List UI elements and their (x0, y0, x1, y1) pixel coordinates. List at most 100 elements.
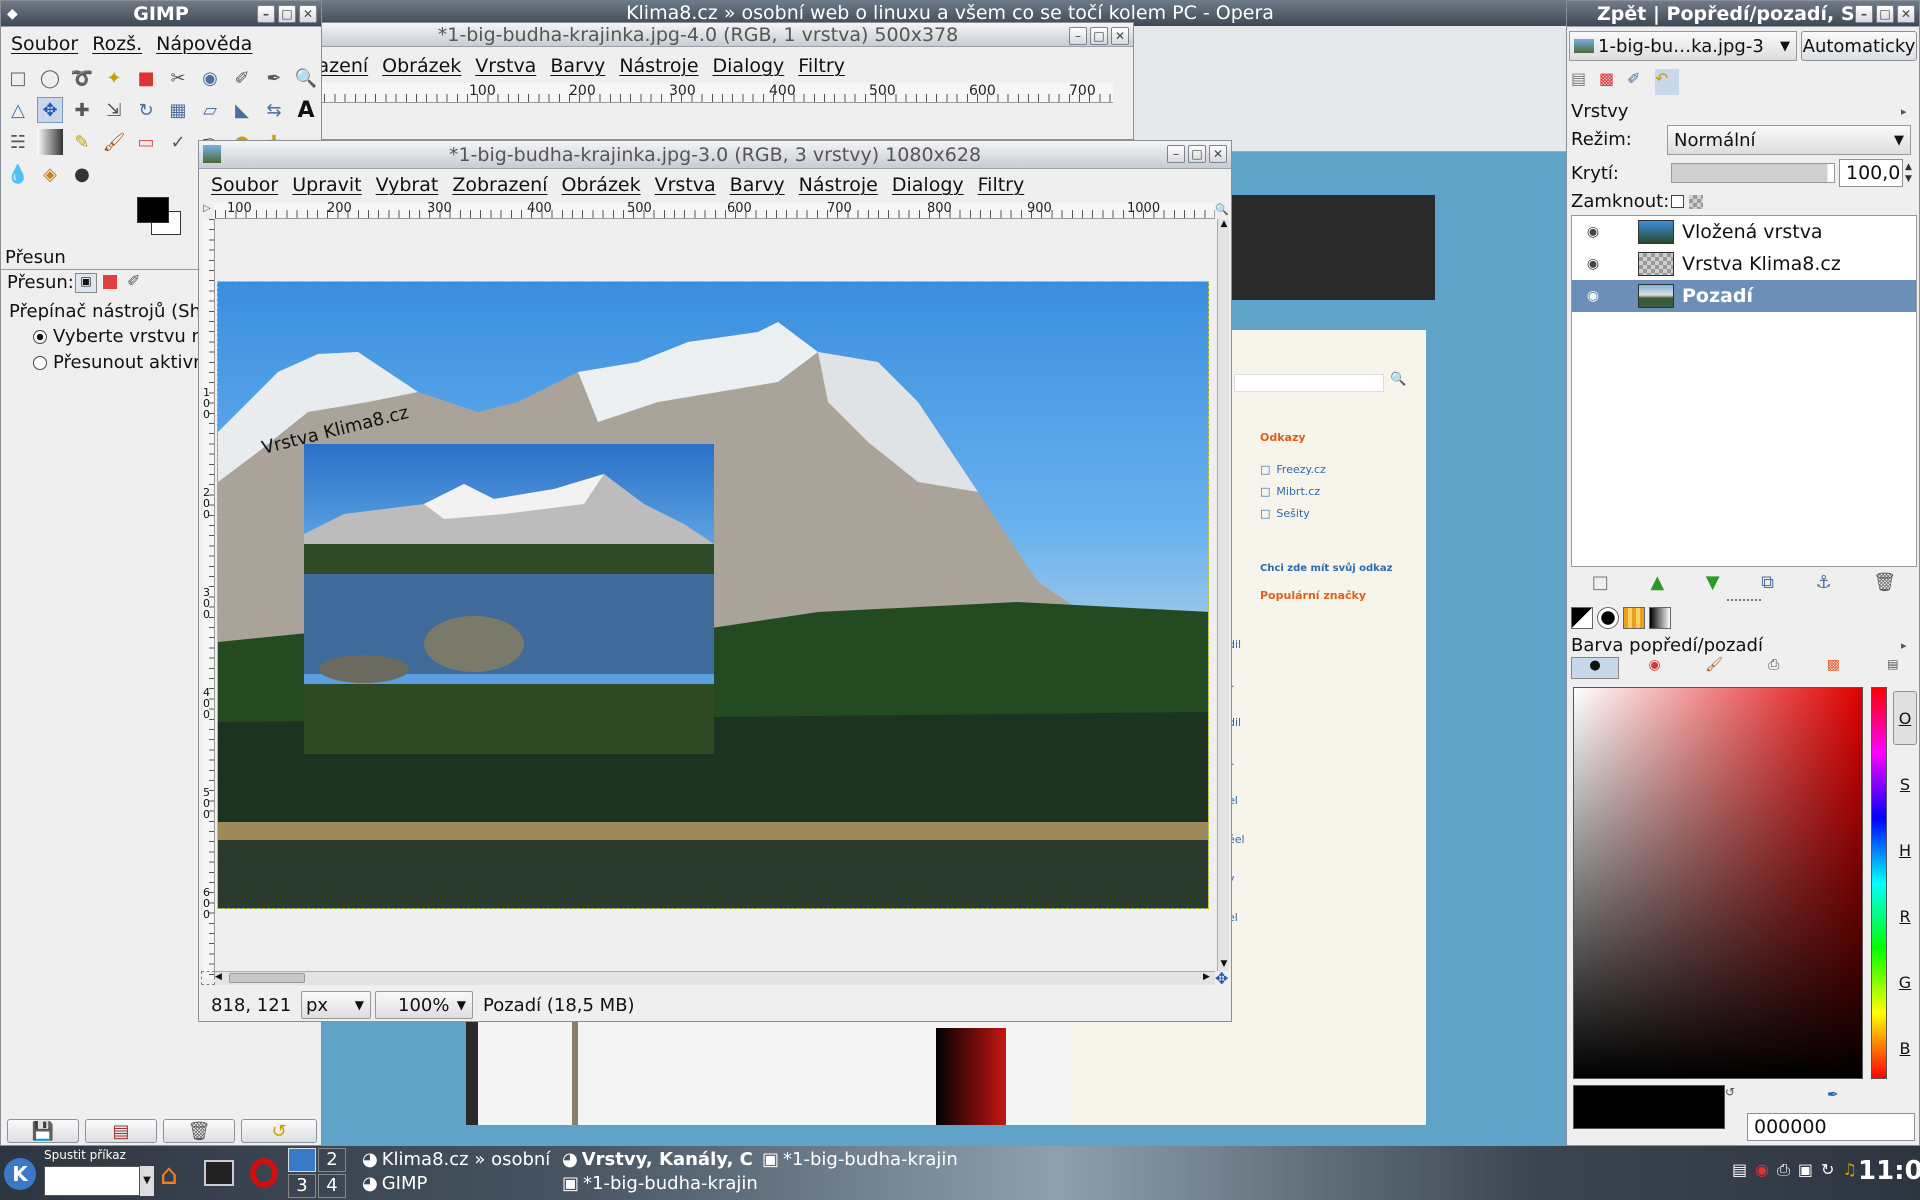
tab-layers-icon[interactable]: ▤ (1571, 69, 1595, 95)
menu-help[interactable]: Nápověda (156, 33, 252, 55)
blur-icon[interactable]: ● (69, 161, 95, 187)
auto-button[interactable]: Automaticky (1801, 31, 1917, 61)
toolbox-titlebar[interactable]: ◆ GIMP – □ ✕ (1, 1, 321, 27)
scroll-up-icon[interactable]: ▲ (1218, 219, 1230, 231)
dock-separator[interactable] (1727, 599, 1761, 603)
zoom-select[interactable]: 100% ▼ (375, 991, 473, 1019)
site-link-freezy[interactable]: □ Freezy.cz (1260, 463, 1326, 476)
lock-alpha-checkbox[interactable] (1671, 195, 1684, 208)
move-path-mode-icon[interactable]: ✐ (127, 271, 140, 290)
new-layer-icon[interactable]: □ (1592, 572, 1609, 593)
maximize-icon[interactable]: □ (1188, 145, 1206, 163)
scroll-right-icon[interactable]: ▶ (1203, 972, 1215, 984)
foreground-select-icon[interactable]: ◉ (197, 65, 223, 91)
menu-file[interactable]: Soubor (11, 33, 78, 55)
image-select[interactable]: 1-big-bu…ka.jpg-3 ▼ (1569, 31, 1797, 61)
unit-select[interactable]: px ▼ (301, 991, 371, 1019)
menu-dialogs[interactable]: Dialogy (892, 174, 964, 196)
channel-o-toggle[interactable]: O (1893, 691, 1917, 745)
vertical-ruler[interactable]: 100 200 300 400 500 600 (203, 219, 215, 979)
fg-bg-color-area[interactable] (133, 193, 183, 237)
menu-colors[interactable]: Barvy (550, 55, 605, 77)
minimize-icon[interactable]: – (1855, 5, 1873, 23)
tab-channels-icon[interactable]: ▩ (1599, 69, 1623, 95)
image-window-titlebar[interactable]: *1-big-budha-krajinka.jpg-3.0 (RGB, 3 vr… (199, 141, 1231, 169)
foreground-color-swatch[interactable] (137, 197, 169, 223)
printer-icon[interactable]: ⎙ (1777, 1160, 1790, 1180)
radio-move-active[interactable]: Přesunout aktivn (33, 352, 205, 373)
horizontal-scrollbar[interactable]: ◀ ▶ (215, 971, 1215, 985)
desktop-1[interactable] (288, 1148, 316, 1172)
run-command-arrow-icon[interactable]: ▼ (140, 1166, 154, 1196)
menu-image[interactable]: Obrázek (561, 174, 640, 196)
opacity-slider[interactable] (1671, 163, 1835, 183)
close-icon[interactable]: ✕ (1897, 5, 1915, 23)
eye-icon[interactable]: ◉ (1580, 256, 1606, 272)
menu-file[interactable]: Soubor (211, 174, 278, 196)
menu-view[interactable]: Zobrazení (452, 174, 547, 196)
text-tool-icon[interactable]: A (293, 97, 319, 123)
menu-colors[interactable]: Barvy (730, 174, 785, 196)
flip-icon[interactable]: ⇆ (261, 97, 287, 123)
vertical-scrollbar[interactable]: ▲ ▼ (1217, 219, 1229, 971)
crop-icon[interactable]: ⇲ (101, 97, 127, 123)
mode-select[interactable]: Normální ▼ (1667, 125, 1911, 155)
raise-layer-icon[interactable]: ▲ (1650, 572, 1664, 593)
menu-layer[interactable]: Vrstva (655, 174, 716, 196)
kde-menu-icon[interactable]: K (4, 1158, 36, 1190)
home-icon[interactable]: ⌂ (160, 1158, 178, 1191)
duplicate-layer-icon[interactable]: ⧉ (1761, 572, 1774, 593)
zoom-icon[interactable]: 🔍 (293, 65, 319, 91)
menu-select[interactable]: Vybrat (376, 174, 439, 196)
maximize-icon[interactable]: □ (1876, 5, 1894, 23)
minimize-icon[interactable]: – (1167, 145, 1185, 163)
reset-options-button[interactable]: ↺ (241, 1119, 317, 1143)
menu-dialogs[interactable]: Dialogy (713, 55, 785, 77)
hue-strip[interactable] (1871, 687, 1887, 1079)
task-gimp-dock[interactable]: ◕ Vrstvy, Kanály, C (562, 1149, 753, 1170)
menu-layer[interactable]: Vrstva (475, 55, 536, 77)
color-picker-icon[interactable]: ✒ (261, 65, 287, 91)
site-link-sesity[interactable]: □ Sešity (1260, 507, 1310, 520)
minimize-icon[interactable]: – (257, 5, 275, 23)
pencil-icon[interactable]: ✎ (69, 129, 95, 155)
desktop-2[interactable]: 2 (318, 1148, 346, 1172)
site-search-icon[interactable]: 🔍 (1390, 372, 1406, 387)
menu-filters[interactable]: Filtry (798, 55, 845, 77)
delete-layer-icon[interactable]: 🗑 (1873, 572, 1896, 593)
tab-undo-icon[interactable]: ↶ (1655, 69, 1679, 95)
maximize-icon[interactable]: □ (278, 5, 296, 23)
canvas-viewport[interactable]: Vrstva Klima8.cz (215, 219, 1215, 969)
watercolor-selector-icon[interactable]: 🖌 (1690, 657, 1738, 679)
opacity-input[interactable]: 100,0 (1839, 159, 1903, 187)
channel-b-toggle[interactable]: B (1893, 1021, 1917, 1075)
channel-h-toggle[interactable]: H (1893, 823, 1917, 877)
fg-color-swatch[interactable] (1573, 1085, 1725, 1129)
lower-layer-icon[interactable]: ▼ (1706, 572, 1720, 593)
anchor-layer-icon[interactable]: ⚓ (1816, 572, 1832, 593)
scales-selector-icon[interactable]: ▤ (1869, 657, 1917, 679)
ruler-corner-button[interactable]: ▷ (203, 203, 215, 217)
dodge-burn-icon[interactable]: ◈ (37, 161, 63, 187)
radio-pick-layer[interactable]: Vyberte vrstvu n (33, 326, 203, 347)
scissors-icon[interactable]: ✂ (165, 65, 191, 91)
menu-extensions[interactable]: Rozš. (92, 33, 142, 55)
airbrush-icon[interactable]: ✓ (165, 129, 191, 155)
update-icon[interactable]: ↻ (1821, 1160, 1834, 1180)
mixer-icon[interactable]: ♫ (1842, 1160, 1856, 1180)
horizontal-scroll-thumb[interactable] (229, 973, 305, 983)
site-search-field[interactable] (1234, 374, 1384, 392)
network-icon[interactable]: ◉ (1755, 1160, 1769, 1180)
move-selection-mode-icon[interactable] (103, 275, 117, 289)
smudge-icon[interactable]: 💧 (5, 161, 31, 187)
desktop-3[interactable]: 3 (288, 1174, 316, 1198)
tab-gradient-icon[interactable] (1649, 607, 1671, 629)
scroll-left-icon[interactable]: ◀ (215, 972, 227, 984)
menu-tools[interactable]: Nástroje (799, 174, 878, 196)
opera-icon[interactable] (250, 1158, 278, 1188)
lasso-icon[interactable]: ➰ (69, 65, 95, 91)
zoom-fit-icon[interactable]: 🔍 (1215, 203, 1229, 217)
hex-input[interactable]: 000000 (1747, 1113, 1915, 1141)
menu-image[interactable]: Obrázek (382, 55, 461, 77)
quick-mask-icon[interactable] (201, 971, 215, 985)
